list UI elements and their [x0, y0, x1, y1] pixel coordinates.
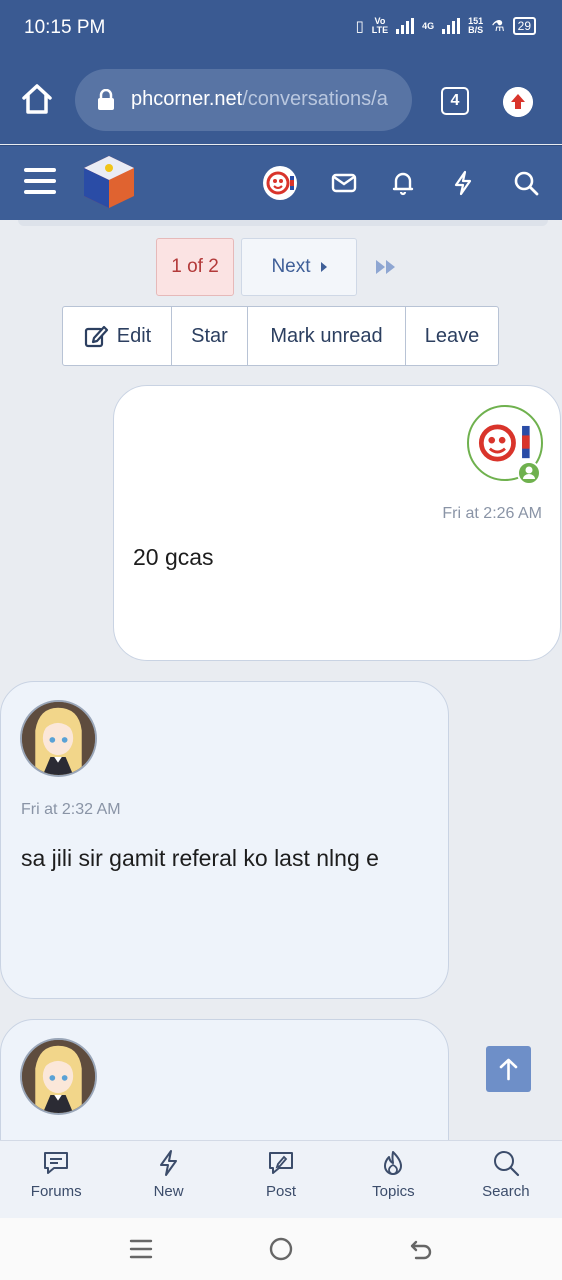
mark-unread-button[interactable]: Mark unread: [248, 307, 406, 365]
site-logo[interactable]: [82, 154, 136, 210]
fire-icon: [384, 1151, 403, 1175]
message-time[interactable]: Fri at 2:26 AM: [442, 505, 542, 523]
mark-unread-label: Mark unread: [270, 324, 383, 347]
star-label: Star: [191, 324, 228, 347]
nav-topics-label: Topics: [372, 1183, 415, 1200]
edit-icon: [84, 325, 108, 348]
data-speed: 151 B/S: [468, 16, 484, 35]
caret-right-icon: [320, 262, 327, 272]
nav-topics[interactable]: Topics: [337, 1141, 449, 1218]
nav-search-label: Search: [482, 1183, 530, 1200]
recent-apps-icon[interactable]: [128, 1236, 154, 1262]
next-page-button[interactable]: Next: [241, 238, 357, 296]
message-own: Fri at 2:26 AM 20 gcas: [113, 385, 561, 661]
address-bar[interactable]: phcorner.net/conversations/a: [75, 69, 412, 131]
nav-post-label: Post: [266, 1183, 297, 1200]
network-type-icon: 4G: [422, 20, 435, 31]
message-other: Fri at 2:32 AM sa jili sir gamit referal…: [0, 681, 449, 999]
battery-icon: 29: [512, 17, 536, 35]
bottom-navigation: Forums New Post Topics Search: [0, 1140, 562, 1218]
menu-icon[interactable]: [24, 168, 56, 196]
url-path: /conversations/a: [242, 88, 388, 110]
home-circle-icon[interactable]: [268, 1236, 294, 1262]
star-button[interactable]: Star: [172, 307, 248, 365]
system-navigation: [0, 1218, 562, 1280]
nav-forums[interactable]: Forums: [0, 1141, 112, 1218]
back-icon[interactable]: [408, 1236, 434, 1262]
message-text: 20 gcas: [133, 544, 214, 570]
user-avatar[interactable]: [263, 166, 297, 200]
message-text: sa jili sir gamit referal ko last nlng e: [21, 845, 379, 871]
forums-icon: [44, 1152, 69, 1174]
header-edge: [18, 220, 548, 226]
nav-forums-label: Forums: [30, 1183, 82, 1200]
online-status-icon: [517, 461, 541, 485]
next-label: Next: [271, 256, 311, 277]
message-time[interactable]: Fri at 2:32 AM: [21, 801, 121, 819]
search-icon[interactable]: [513, 170, 539, 196]
bell-icon[interactable]: [390, 170, 416, 196]
post-icon: [269, 1152, 294, 1174]
lightning-icon: [159, 1150, 177, 1176]
edit-label: Edit: [116, 324, 152, 347]
avatar[interactable]: [20, 1038, 97, 1115]
search-icon: [493, 1151, 519, 1177]
conversation-actions: Edit Star Mark unread Leave: [62, 306, 499, 366]
avatar[interactable]: [20, 700, 97, 777]
arrow-up-icon: [499, 1058, 518, 1081]
status-bar: 10:15 PM ▯ Vo LTE 4G 151 B/S ⚗ 29: [0, 0, 562, 58]
url-text: phcorner.net/conversations/a: [131, 88, 388, 111]
nav-new[interactable]: New: [112, 1141, 224, 1218]
vibrate-icon: ▯: [355, 18, 364, 35]
browser-toolbar: phcorner.net/conversations/a 4: [0, 58, 562, 144]
nav-post[interactable]: Post: [225, 1141, 337, 1218]
message-other: [0, 1019, 449, 1140]
leave-button[interactable]: Leave: [406, 307, 498, 365]
lock-icon: [98, 89, 114, 110]
status-time: 10:15 PM: [24, 17, 106, 38]
url-domain: phcorner.net: [131, 88, 243, 110]
edit-button[interactable]: Edit: [63, 307, 172, 365]
inbox-icon[interactable]: [331, 170, 357, 196]
flask-icon: ⚗: [491, 18, 505, 35]
leave-label: Leave: [424, 324, 480, 347]
status-icons: ▯ Vo LTE 4G 151 B/S ⚗ 29: [356, 17, 536, 35]
nav-new-label: New: [153, 1183, 184, 1200]
home-icon[interactable]: [20, 82, 54, 116]
last-page-icon[interactable]: [374, 257, 398, 277]
scroll-to-top-button[interactable]: [486, 1046, 531, 1092]
signal-icon: [396, 18, 415, 34]
lightning-icon[interactable]: [450, 170, 476, 196]
page-indicator[interactable]: 1 of 2: [156, 238, 234, 296]
volte-icon: Vo LTE: [371, 16, 389, 35]
tabs-button[interactable]: 4: [441, 87, 469, 115]
update-icon[interactable]: [503, 87, 533, 117]
conversation-content: 1 of 2 Next Edit Star Mark unread Leave: [0, 220, 562, 1140]
site-navbar: [0, 145, 562, 220]
nav-search[interactable]: Search: [450, 1141, 562, 1218]
signal-icon-2: [442, 18, 461, 34]
